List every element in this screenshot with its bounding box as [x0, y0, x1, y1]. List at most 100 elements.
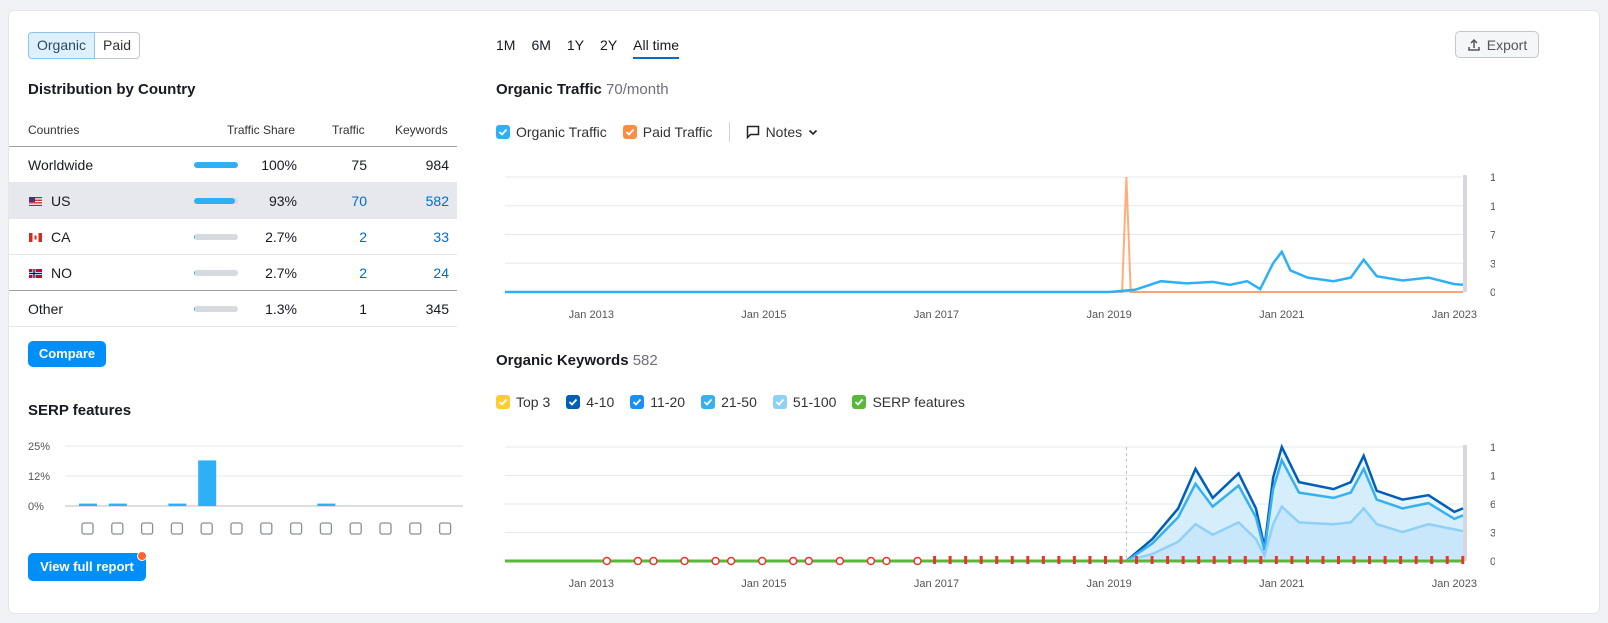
image-icon	[230, 522, 243, 535]
legend-51-100[interactable]: 51-100	[772, 394, 836, 410]
serp-marker	[1290, 556, 1294, 564]
serp-marker	[1010, 556, 1014, 564]
compare-button[interactable]: Compare	[28, 341, 106, 367]
country-name: Other	[28, 301, 64, 317]
serp-marker	[1119, 556, 1123, 564]
legend-11-20[interactable]: 11-20	[630, 394, 685, 410]
top-stories-icon	[170, 522, 184, 535]
serp-marker	[948, 556, 952, 564]
x-tick-label: Jan 2023	[1432, 309, 1477, 319]
y-tick-label: 1.2K	[1490, 201, 1495, 213]
organic-traffic-chart: 0 392 784 1.2K 1.6K Jan 2013 Jan 2015 Jan 2017 J…	[505, 172, 1495, 319]
checkbox-checked-icon	[852, 395, 867, 409]
export-button[interactable]: Export	[1455, 31, 1539, 58]
traffic-link[interactable]: 70	[351, 193, 367, 209]
share-bar	[194, 270, 238, 276]
keywords-link[interactable]: 582	[426, 193, 449, 209]
period-tab-all-time[interactable]: All time	[633, 37, 680, 59]
serp-y-tick: 25%	[28, 441, 50, 453]
share-value: 100%	[261, 157, 297, 173]
legend-serp-features[interactable]: SERP features	[852, 394, 965, 410]
keywords-header[interactable]: Keywords	[395, 123, 448, 137]
serp-marker	[979, 556, 983, 564]
traffic-link[interactable]: 2	[359, 265, 367, 281]
table-row[interactable]: CA 2.7% 2 33	[9, 219, 457, 255]
checkbox-checked-icon	[701, 395, 716, 409]
google-marker-icon	[633, 556, 643, 566]
y-tick-label: 668	[1490, 499, 1495, 511]
y-tick-label: 0	[1490, 556, 1495, 568]
note-icon	[746, 125, 759, 139]
google-marker-icon	[602, 556, 612, 566]
table-row[interactable]: Worldwide 100% 75 984	[9, 147, 457, 183]
serp-marker	[1041, 556, 1045, 564]
keywords-link[interactable]: 24	[433, 265, 449, 281]
chevron-down-icon	[809, 129, 818, 136]
share-bar	[194, 198, 238, 204]
traffic-link[interactable]: 2	[359, 229, 367, 245]
table-row[interactable]: US 93% 70 582	[9, 183, 457, 219]
notes-label: Notes	[765, 124, 803, 140]
table-row[interactable]: Other 1.3% 1 345	[9, 291, 457, 327]
x-tick-label: Jan 2013	[569, 578, 614, 590]
serp-marker	[1135, 556, 1139, 564]
google-marker-icon	[757, 556, 767, 566]
serp-y-tick: 12%	[28, 471, 50, 483]
checkbox-checked-icon	[622, 125, 637, 139]
serp-y-tick: 0%	[28, 501, 44, 513]
serp-marker	[1321, 556, 1325, 564]
sitelinks-icon	[111, 522, 124, 535]
period-tab-2y[interactable]: 2Y	[600, 37, 617, 59]
view-full-report-button[interactable]: View full report	[28, 553, 146, 581]
serp-marker	[1243, 556, 1247, 564]
paid-toggle-button[interactable]: Paid	[95, 32, 141, 59]
serp-marker	[964, 556, 968, 564]
google-marker-icon	[866, 556, 876, 566]
export-label: Export	[1486, 36, 1528, 53]
video-icon	[260, 522, 273, 535]
x-tick-label: Jan 2015	[741, 309, 786, 319]
period-tab-1m[interactable]: 1M	[496, 37, 515, 59]
serp-marker	[1352, 556, 1356, 564]
organic-toggle-button[interactable]: Organic	[28, 32, 96, 59]
legend-paid-traffic[interactable]: Paid Traffic	[622, 124, 713, 140]
featured-video-icon	[289, 522, 303, 535]
image-pack-icon	[200, 522, 213, 535]
table-row[interactable]: NO 2.7% 2 24	[9, 255, 457, 291]
checkbox-checked-icon	[496, 125, 510, 139]
keywords-link[interactable]: 33	[433, 229, 449, 245]
y-tick-label: 334	[1490, 528, 1495, 540]
legend-top-3[interactable]: Top 3	[496, 394, 550, 410]
legend-divider	[728, 122, 730, 142]
legend-organic-traffic[interactable]: Organic Traffic	[496, 124, 607, 140]
serp-marker	[1026, 556, 1030, 564]
serp-marker	[1166, 556, 1170, 564]
serp-marker	[1383, 556, 1387, 564]
legend-21-50[interactable]: 21-50	[701, 394, 757, 410]
serp-marker	[1212, 556, 1216, 564]
legend-label: SERP features	[872, 394, 965, 410]
us-flag-icon	[29, 197, 42, 206]
organic-keywords-value: 582	[632, 352, 658, 369]
serp-marker	[1103, 556, 1107, 564]
serp-bar	[317, 503, 336, 506]
period-tab-1y[interactable]: 1Y	[567, 37, 584, 59]
traffic-share-header[interactable]: Traffic Share	[227, 123, 295, 137]
notes-dropdown[interactable]: Notes	[746, 124, 819, 140]
organic-keywords-title: Organic Keywords 582	[496, 352, 658, 369]
serp-marker	[1181, 556, 1185, 564]
serp-marker	[1274, 556, 1278, 564]
google-marker-icon	[789, 556, 798, 566]
legend-4-10[interactable]: 4-10	[566, 394, 614, 410]
traffic-header[interactable]: Traffic	[332, 123, 365, 137]
ca-flag-icon	[29, 233, 42, 242]
serp-marker	[1399, 556, 1403, 564]
x-tick-label: Jan 2021	[1259, 578, 1304, 590]
x-tick-label: Jan 2017	[914, 578, 959, 590]
notification-dot	[137, 551, 147, 561]
serp-marker	[1336, 556, 1340, 564]
period-tab-6m[interactable]: 6M	[531, 37, 550, 59]
google-marker-icon	[882, 556, 891, 566]
serp-marker	[1228, 556, 1232, 564]
x-tick-label: Jan 2013	[569, 309, 614, 319]
